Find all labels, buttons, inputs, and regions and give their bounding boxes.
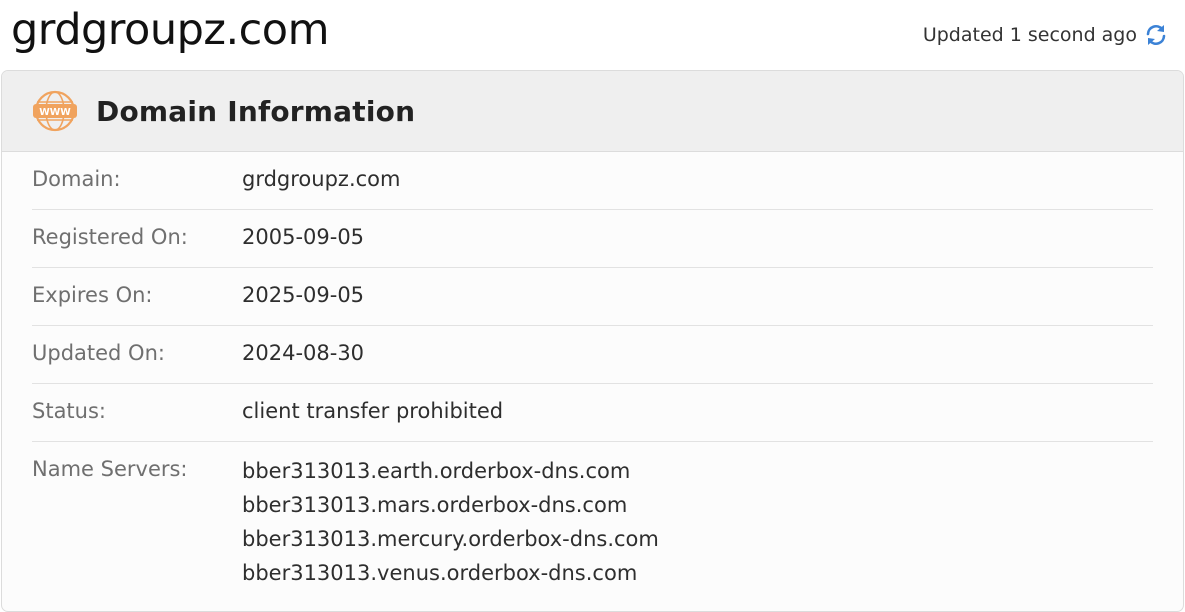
card-title: Domain Information — [96, 94, 416, 128]
updated-text: Updated 1 second ago — [922, 24, 1137, 46]
row-label: Updated On: — [32, 341, 165, 365]
name-server-item: bber313013.venus.orderbox-dns.com — [242, 561, 638, 585]
row-label: Domain: — [32, 167, 121, 191]
name-server-item: bber313013.earth.orderbox-dns.com — [242, 459, 631, 483]
name-server-item: bber313013.mercury.orderbox-dns.com — [242, 527, 659, 551]
row-value: 2024-08-30 — [242, 341, 365, 365]
svg-text:WWW: WWW — [39, 107, 71, 118]
info-table: Domain: grdgroupz.com Registered On: 200… — [32, 152, 1153, 590]
refresh-icon[interactable] — [1143, 22, 1169, 48]
info-row-domain: Domain: grdgroupz.com — [32, 152, 1153, 210]
card-header: WWW Domain Information — [2, 71, 1183, 152]
row-value: grdgroupz.com — [242, 167, 401, 191]
page-title: grdgroupz.com — [11, 5, 329, 55]
info-row-name-servers: Name Servers: bber313013.earth.orderbox-… — [32, 442, 1153, 590]
info-row-updated: Updated On: 2024-08-30 — [32, 326, 1153, 384]
info-row-expires: Expires On: 2025-09-05 — [32, 268, 1153, 326]
name-server-list: bber313013.earth.orderbox-dns.com bber31… — [242, 442, 659, 590]
row-label: Status: — [32, 399, 106, 423]
row-label: Name Servers: — [32, 457, 188, 481]
info-row-status: Status: client transfer prohibited — [32, 384, 1153, 442]
update-status: Updated 1 second ago — [923, 22, 1169, 48]
page-header: grdgroupz.com Updated 1 second ago — [0, 0, 1185, 70]
info-row-registered: Registered On: 2005-09-05 — [32, 210, 1153, 268]
name-server-item: bber313013.mars.orderbox-dns.com — [242, 493, 628, 517]
row-label: Expires On: — [32, 283, 153, 307]
row-label: Registered On: — [32, 225, 188, 249]
www-icon: WWW — [32, 90, 78, 132]
row-value: 2005-09-05 — [242, 225, 365, 249]
row-value: 2025-09-05 — [242, 283, 365, 307]
domain-info-card: WWW Domain Information Domain: grdgroupz… — [1, 70, 1184, 612]
row-value: client transfer prohibited — [242, 399, 504, 423]
